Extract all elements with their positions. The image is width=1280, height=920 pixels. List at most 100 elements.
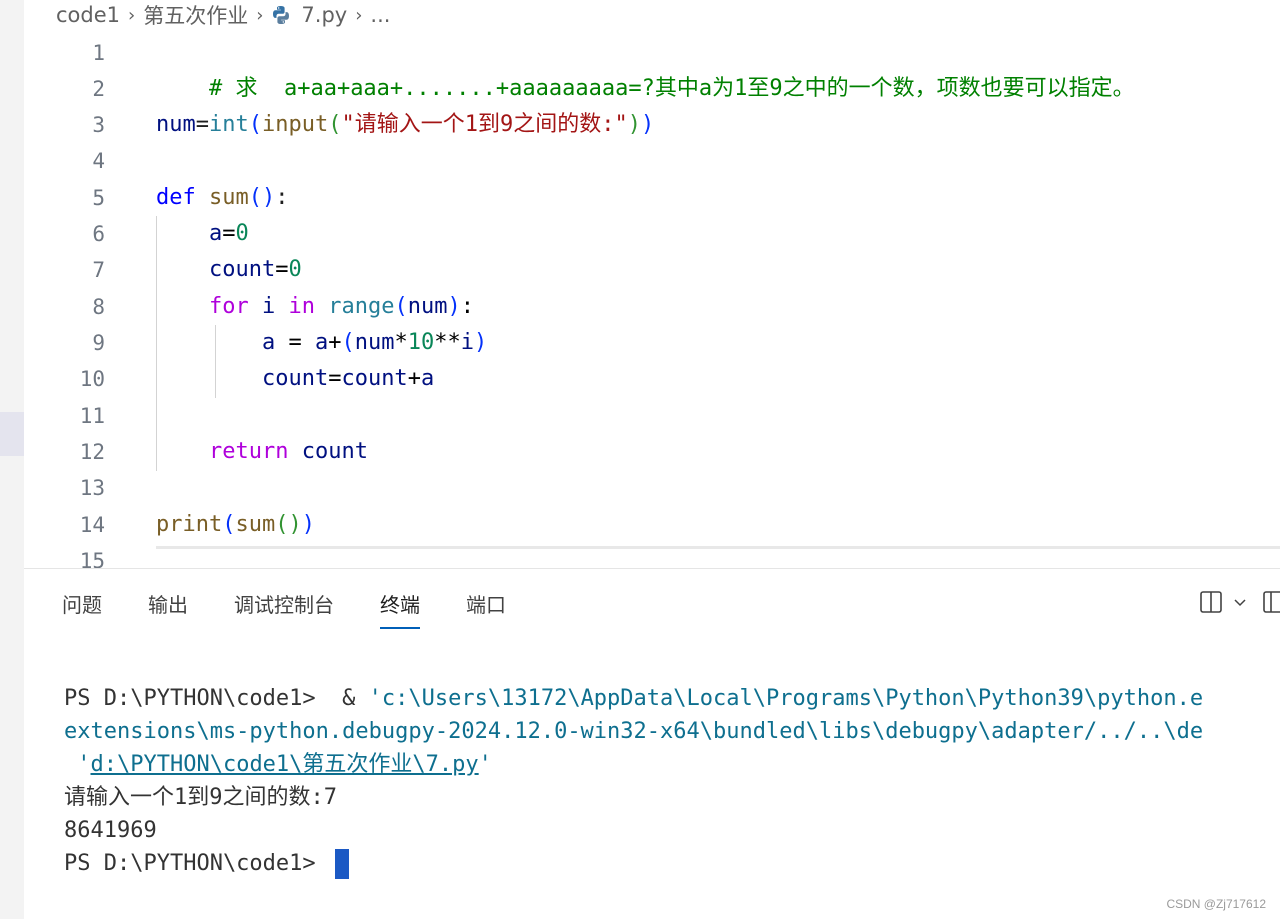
code-editor[interactable]: code1 › 第五次作业 › 7.py › ... 1 2 3 4 5 6 7… <box>24 0 1280 568</box>
line-number: 9 <box>92 331 105 355</box>
line-number: 3 <box>92 113 105 137</box>
terminal-result: 8641969 <box>64 818 157 843</box>
code-token: num <box>407 294 448 319</box>
code-token: : <box>275 185 289 210</box>
code-number: 0 <box>288 257 302 282</box>
terminal-input-prompt: 请输入一个1到9之间的数:7 <box>64 785 337 810</box>
split-terminal-icon <box>1199 590 1223 618</box>
line-number: 7 <box>92 258 105 282</box>
code-token: a <box>314 330 329 355</box>
breadcrumb-more[interactable]: ... <box>370 3 390 27</box>
terminal-line: PS D:\PYTHON\code1> & 'c:\Users\13172\Ap… <box>64 682 1203 715</box>
tab-ports[interactable]: 端口 <box>466 587 506 627</box>
code-number: 0 <box>235 221 249 246</box>
current-line-highlight <box>156 546 1280 549</box>
code-token: range <box>328 294 395 319</box>
code-token: int <box>209 112 249 137</box>
tab-problems[interactable]: 问题 <box>62 587 102 627</box>
terminal-text: ' <box>64 752 91 777</box>
code-comment: # 求 a+aa+aaa+.......+aaaaaaaaa=?其中a为1至9之… <box>208 76 1135 101</box>
activity-bar-strip <box>0 0 24 919</box>
bottom-panel: 问题 输出 调试控制台 终端 端口 PS D:\PYTHON\code1> & … <box>24 568 1280 920</box>
code-token: for <box>208 294 249 319</box>
line-number: 10 <box>79 367 105 391</box>
code-token: count <box>208 257 276 282</box>
tab-output[interactable]: 输出 <box>148 587 188 627</box>
code-line-7[interactable]: count=0 <box>156 252 302 288</box>
line-number: 14 <box>79 513 105 537</box>
code-line-14[interactable]: print(sum()) <box>156 507 315 543</box>
code-token: i <box>261 294 276 319</box>
terminal-file-link[interactable]: d:\PYTHON\code1\第五次作业\7.py <box>91 752 479 777</box>
code-line-12[interactable]: return count <box>156 434 368 470</box>
panel-tabs: 问题 输出 调试控制台 终端 端口 <box>62 587 552 629</box>
code-token: count <box>341 366 408 391</box>
terminal-line: extensions\ms-python.debugpy-2024.12.0-w… <box>64 715 1203 748</box>
terminal-dropdown-button[interactable] <box>1228 587 1252 621</box>
code-token: sum <box>209 185 249 210</box>
panel-layout-icon <box>1262 590 1280 618</box>
code-line-3[interactable]: num=int(input("请输入一个1到9之间的数:")) <box>156 107 654 143</box>
terminal-cursor <box>334 849 349 879</box>
line-number: 1 <box>92 41 105 65</box>
code-line-9[interactable]: a = a+(num*10**i) <box>156 325 487 361</box>
line-number: 15 <box>79 549 105 568</box>
code-token: = <box>195 112 209 137</box>
code-token: a <box>420 366 435 391</box>
breadcrumb-root[interactable]: code1 <box>56 3 120 27</box>
code-line-8[interactable]: for i in range(num): <box>156 289 474 325</box>
line-number: 2 <box>92 77 105 101</box>
terminal-command: PS D:\PYTHON\code1> & 'c:\Users\13172\Ap… <box>64 686 1204 711</box>
terminal-line: 'd:\PYTHON\code1\第五次作业\7.py' <box>64 748 1203 781</box>
code-line-1[interactable]: # 求 a+aa+aaa+.......+aaaaaaaaa=?其中a为1至9之… <box>156 35 1135 101</box>
terminal-line: 请输入一个1到9之间的数:7 <box>64 781 1203 814</box>
code-token: in <box>288 294 315 319</box>
code-token: a <box>261 330 276 355</box>
code-line-6[interactable]: a=0 <box>156 216 249 252</box>
code-token: num <box>354 330 395 355</box>
chevron-right-icon: › <box>355 4 363 26</box>
code-string: "请输入一个1到9之间的数:" <box>341 112 628 137</box>
code-token: = <box>275 330 315 355</box>
code-number: 10 <box>407 330 435 355</box>
tab-terminal[interactable]: 终端 <box>380 587 420 629</box>
split-terminal-button[interactable] <box>1194 587 1228 621</box>
code-token: count <box>301 439 368 464</box>
chevron-down-icon <box>1232 594 1248 614</box>
tab-debug-console[interactable]: 调试控制台 <box>234 587 334 627</box>
code-token: def <box>156 185 196 210</box>
line-number: 12 <box>79 440 105 464</box>
breadcrumb-folder[interactable]: 第五次作业 <box>143 0 248 30</box>
panel-layout-button[interactable] <box>1252 587 1280 621</box>
line-number: 4 <box>92 149 105 173</box>
terminal-output[interactable]: PS D:\PYTHON\code1> & 'c:\Users\13172\Ap… <box>64 682 1203 880</box>
terminal-text: ' <box>478 752 492 777</box>
watermark: CSDN @Zj717612 <box>1166 897 1266 911</box>
code-token: input <box>262 112 329 137</box>
line-number: 13 <box>79 476 105 500</box>
code-token: sum <box>235 512 276 537</box>
line-number: 5 <box>92 186 105 210</box>
code-token: num <box>156 112 196 137</box>
line-number: 11 <box>79 404 105 428</box>
chevron-right-icon: › <box>128 4 136 26</box>
line-number: 6 <box>92 222 105 246</box>
breadcrumb-file[interactable]: 7.py <box>301 3 347 27</box>
python-file-icon <box>271 5 291 25</box>
terminal-line: 8641969 <box>64 814 1203 847</box>
code-token: count <box>261 366 329 391</box>
panel-actions <box>1194 587 1280 621</box>
terminal-prompt: PS D:\PYTHON\code1> <box>64 851 329 876</box>
breadcrumb: code1 › 第五次作业 › 7.py › ... <box>56 0 390 30</box>
terminal-command-cont: extensions\ms-python.debugpy-2024.12.0-w… <box>64 719 1204 744</box>
chevron-right-icon: › <box>256 4 264 26</box>
line-number: 8 <box>92 295 105 319</box>
code-token: return <box>208 439 289 464</box>
code-line-5[interactable]: def sum(): <box>156 180 289 216</box>
code-token: i <box>460 330 474 355</box>
code-token: a <box>208 221 223 246</box>
code-token: print <box>156 512 223 537</box>
activity-bar-highlight <box>0 412 24 456</box>
code-line-10[interactable]: count=count+a <box>156 361 434 397</box>
terminal-line: PS D:\PYTHON\code1> <box>64 847 1203 880</box>
